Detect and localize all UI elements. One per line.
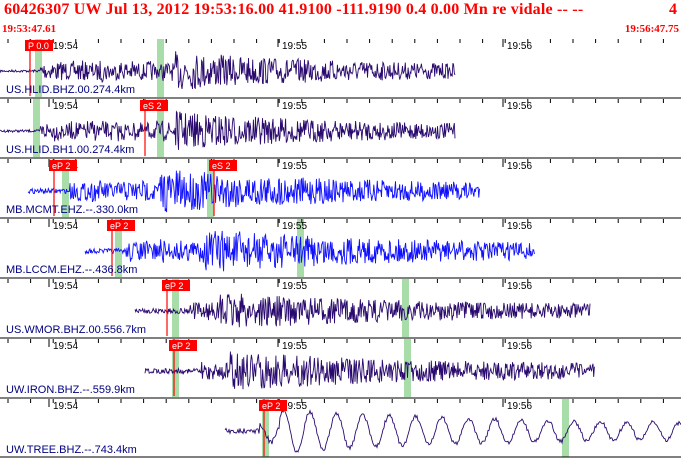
analysis-window — [562, 399, 569, 457]
time-tick-label: 19:55 — [282, 41, 307, 52]
header: 60426307 UW Jul 13, 2012 19:53:16.00 41.… — [0, 0, 681, 38]
station-label: MB.MCMT.EHZ.--.330.0km — [6, 204, 138, 216]
time-tick-label: 19:56 — [507, 341, 532, 352]
time-tick-label: 19:55 — [282, 101, 307, 112]
time-tick-label: 19:56 — [507, 41, 532, 52]
start-time: 19:53:47.61 — [2, 23, 56, 35]
pick-label: eP 2 — [262, 401, 280, 411]
pick-label: eP 2 — [110, 221, 128, 231]
time-tick-label: 19:54 — [53, 101, 78, 112]
time-tick-label: 19:55 — [282, 221, 307, 232]
waveform-trace[interactable] — [85, 231, 534, 271]
time-tick-label: 19:55 — [282, 161, 307, 172]
pick-label: eS 2 — [143, 101, 162, 111]
time-tick-label: 19:54 — [53, 221, 78, 232]
time-tick-label: 19:56 — [507, 221, 532, 232]
time-tick-label: 19:55 — [282, 281, 307, 292]
time-tick-label: 19:56 — [507, 401, 532, 412]
time-tick-label: 19:54 — [53, 341, 78, 352]
channel-row[interactable]: 19:54 19:55 19:56 P 0.0 US.HLID.BHZ.00.274.4… — [0, 39, 663, 97]
time-tick-label: 19:54 — [53, 41, 78, 52]
time-tick-label: 19:56 — [507, 161, 532, 172]
time-tick-label: 19:55 — [282, 341, 307, 352]
time-tick-label: 19:56 — [507, 281, 532, 292]
channel-row[interactable]: 19:54 19:55 19:56 eS 2 US.HLID.BH1.00.274.4k… — [0, 98, 681, 157]
event-count: 4 — [669, 1, 677, 19]
channel-row[interactable]: 19:5419:5519:56eP 2eS 2MB.MCMT.EHZ.--.33… — [0, 158, 681, 217]
pick-label: eS 2 — [212, 161, 231, 171]
station-label: US.HLID.BH1.00.274.4km — [6, 144, 134, 156]
waveform-trace[interactable] — [145, 352, 594, 390]
waveform-trace[interactable] — [225, 410, 681, 452]
pick-label: eP 2 — [165, 281, 183, 291]
time-tick-label: 19:54 — [53, 281, 78, 292]
station-label: US.WMOR.BHZ.00.556.7km — [6, 324, 146, 336]
event-title: 60426307 UW Jul 13, 2012 19:53:16.00 41.… — [4, 1, 583, 19]
pick-label: eP 2 — [172, 341, 190, 351]
pick-label: P 0.0 — [28, 41, 49, 51]
end-time: 19:56:47.75 — [625, 23, 679, 35]
station-label: UW.TREE.BHZ.--.743.4km — [6, 444, 137, 456]
time-tick-label: 19:54 — [53, 401, 78, 412]
station-label: US.HLID.BHZ.00.274.4km — [6, 84, 135, 96]
channel-row[interactable]: 19:54 19:55 19:56 eP 2 US.WMOR.BHZ.00.556.7k… — [0, 278, 681, 337]
channel-row[interactable]: 19:54 19:55 19:56 eP 2 MB.LCCM.EHZ.--.436.8k… — [0, 218, 681, 277]
pick-label: eP 2 — [52, 161, 70, 171]
time-tick-label: 19:56 — [507, 101, 532, 112]
station-label: UW.IRON.BHZ.--.559.9km — [6, 384, 135, 396]
channel-row[interactable]: 19:54 19:55 19:56 eP 2 UW.IRON.BHZ.--.559.9k… — [0, 338, 681, 397]
seismogram-panel[interactable]: 19:54 19:55 19:56 P 0.0 US.HLID.BHZ.00.274.4… — [0, 38, 681, 458]
waveform-trace[interactable] — [135, 294, 590, 327]
station-label: MB.LCCM.EHZ.--.436.8km — [6, 264, 137, 276]
channel-row[interactable]: 19:54 19:55 19:56eP 2UW.TREE.BHZ.--.743.4k… — [0, 398, 681, 457]
